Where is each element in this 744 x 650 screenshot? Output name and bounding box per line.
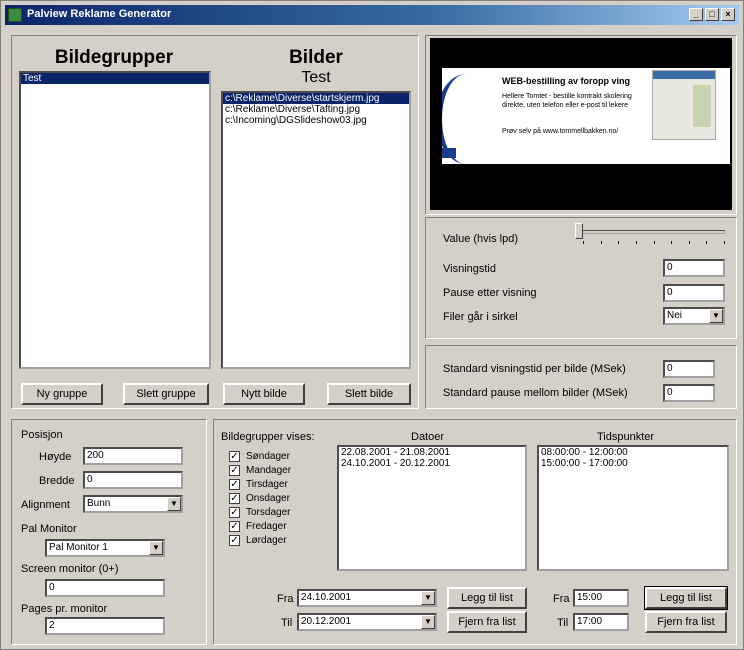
pause-label: Pause etter visning bbox=[443, 287, 537, 299]
weekday-checkboxes: ✓ Søndager ✓ Mandager ✓ Tirsdager ✓ Onsdager… bbox=[229, 451, 292, 546]
time-to-input[interactable]: 17:00 bbox=[573, 613, 629, 631]
minimize-button[interactable]: _ bbox=[689, 8, 703, 21]
groups-heading: Bildegrupper bbox=[54, 47, 174, 68]
time-range-item[interactable]: 08:00:00 - 12:00:00 bbox=[539, 447, 727, 458]
new-image-button[interactable]: Nytt bilde bbox=[223, 383, 305, 405]
add-time-button[interactable]: Legg til list bbox=[644, 586, 728, 610]
slide-body: Hellere Tomtet - bestille kontrakt skole… bbox=[502, 93, 632, 109]
date-to-value: 20.12.2001 bbox=[301, 616, 352, 627]
view-time-input[interactable]: 0 bbox=[663, 259, 725, 277]
image-item[interactable]: c:\Reklame\Diverse\Tafting.jpg bbox=[223, 104, 409, 115]
dates-heading: Datoer bbox=[411, 431, 445, 443]
delete-image-button[interactable]: Slett bilde bbox=[327, 383, 411, 405]
slide-logo bbox=[442, 148, 456, 158]
monitor-select[interactable]: Pal Monitor 1 ▼ bbox=[45, 539, 165, 557]
monitor-select-value: Pal Monitor 1 bbox=[49, 542, 108, 553]
default-view-time-input[interactable]: 0 bbox=[663, 360, 715, 378]
remove-date-button[interactable]: Fjern fra list bbox=[447, 611, 527, 633]
time-range-item[interactable]: 15:00:00 - 17:00:00 bbox=[539, 458, 727, 469]
slider-ticks bbox=[583, 241, 725, 245]
checkbox-icon[interactable]: ✓ bbox=[229, 535, 240, 546]
app-icon bbox=[8, 8, 22, 22]
chevron-down-icon[interactable]: ▼ bbox=[167, 497, 181, 511]
value-slider-thumb[interactable] bbox=[575, 223, 583, 239]
dates-list[interactable]: 22.08.2001 - 21.08.2001 24.10.2001 - 20.… bbox=[337, 445, 527, 571]
remove-time-button[interactable]: Fjern fra list bbox=[645, 611, 727, 633]
images-list[interactable]: c:\Reklame\Diverse\startskjerm.jpg c:\Re… bbox=[221, 91, 411, 369]
date-from-picker[interactable]: 24.10.2001 ▼ bbox=[297, 589, 437, 607]
new-group-button[interactable]: Ny gruppe bbox=[21, 383, 103, 405]
add-date-button[interactable]: Legg til list bbox=[447, 587, 527, 609]
date-to-label: Til bbox=[281, 617, 293, 629]
date-range-item[interactable]: 24.10.2001 - 20.12.2001 bbox=[339, 458, 525, 469]
chevron-down-icon[interactable]: ▼ bbox=[421, 615, 435, 629]
close-button[interactable]: × bbox=[721, 8, 735, 21]
maximize-button[interactable]: □ bbox=[705, 8, 719, 21]
app-window: Palview Reklame Generator _ □ × Bildegru… bbox=[0, 0, 744, 650]
date-from-label: Fra bbox=[277, 593, 294, 605]
checkbox-icon[interactable]: ✓ bbox=[229, 479, 240, 490]
height-input[interactable]: 200 bbox=[83, 447, 183, 465]
checkbox-icon[interactable]: ✓ bbox=[229, 465, 240, 476]
alignment-label: Alignment bbox=[21, 499, 70, 511]
chevron-down-icon[interactable]: ▼ bbox=[421, 591, 435, 605]
slide-title: WEB-bestilling av foropp ving bbox=[502, 76, 630, 86]
default-view-time-label: Standard visningstid per bilde (MSek) bbox=[443, 363, 626, 375]
loop-label: Filer går i sirkel bbox=[443, 311, 518, 323]
time-from-label: Fra bbox=[553, 593, 570, 605]
slide-screenshot bbox=[652, 70, 716, 140]
height-label: Høyde bbox=[39, 451, 72, 463]
date-to-picker[interactable]: 20.12.2001 ▼ bbox=[297, 613, 437, 631]
chevron-down-icon[interactable]: ▼ bbox=[149, 541, 163, 555]
window-title: Palview Reklame Generator bbox=[27, 8, 172, 20]
checkbox-icon[interactable]: ✓ bbox=[229, 507, 240, 518]
alignment-select-value: Bunn bbox=[87, 498, 111, 509]
times-list[interactable]: 08:00:00 - 12:00:00 15:00:00 - 17:00:00 bbox=[537, 445, 729, 571]
image-item[interactable]: c:\Incoming\DGSlideshow03.jpg bbox=[223, 115, 409, 126]
groups-list[interactable]: Test bbox=[19, 71, 211, 369]
width-label: Bredde bbox=[39, 475, 75, 487]
checkbox-icon[interactable]: ✓ bbox=[229, 451, 240, 462]
default-pause-input[interactable]: 0 bbox=[663, 384, 715, 402]
loop-select[interactable]: Nei ▼ bbox=[663, 307, 725, 325]
chevron-down-icon[interactable]: ▼ bbox=[709, 309, 723, 323]
checkbox-icon[interactable]: ✓ bbox=[229, 493, 240, 504]
default-pause-label: Standard pause mellom bilder (MSek) bbox=[443, 387, 628, 399]
pages-label: Pages pr. monitor bbox=[21, 603, 108, 615]
times-heading: Tidspunkter bbox=[597, 431, 655, 443]
images-heading: Bilder bbox=[289, 47, 343, 68]
screen-input[interactable]: 0 bbox=[45, 579, 165, 597]
date-range-item[interactable]: 22.08.2001 - 21.08.2001 bbox=[339, 447, 525, 458]
image-preview: WEB-bestilling av foropp ving Hellere To… bbox=[430, 38, 732, 210]
view-time-label: Visningstid bbox=[443, 263, 496, 275]
loop-select-value: Nei bbox=[667, 310, 683, 321]
time-to-label: Til bbox=[557, 617, 569, 629]
title-bar[interactable]: Palview Reklame Generator _ □ × bbox=[5, 5, 739, 25]
screen-label: Screen monitor (0+) bbox=[21, 563, 119, 575]
width-input[interactable]: 0 bbox=[83, 471, 183, 489]
monitor-label: Pal Monitor bbox=[21, 523, 77, 535]
time-from-input[interactable]: 15:00 bbox=[573, 589, 629, 607]
pages-input[interactable]: 2 bbox=[45, 617, 165, 635]
images-group-name: Test bbox=[301, 69, 331, 86]
checkbox-icon[interactable]: ✓ bbox=[229, 521, 240, 532]
image-item[interactable]: c:\Reklame\Diverse\startskjerm.jpg bbox=[223, 93, 409, 104]
schedule-label: Bildegrupper vises: bbox=[221, 431, 315, 443]
slide-image: WEB-bestilling av foropp ving Hellere To… bbox=[442, 68, 730, 164]
slide-footer: Prøv selv på www.tommellbakken.no/ bbox=[502, 128, 619, 135]
alignment-select[interactable]: Bunn ▼ bbox=[83, 495, 183, 513]
date-from-value: 24.10.2001 bbox=[301, 592, 352, 603]
pause-input[interactable]: 0 bbox=[663, 284, 725, 302]
position-heading: Posisjon bbox=[21, 429, 63, 441]
value-slider[interactable] bbox=[579, 230, 725, 234]
delete-group-button[interactable]: Slett gruppe bbox=[123, 383, 209, 405]
group-item[interactable]: Test bbox=[21, 73, 209, 84]
value-label: Value (hvis lpd) bbox=[443, 233, 518, 245]
